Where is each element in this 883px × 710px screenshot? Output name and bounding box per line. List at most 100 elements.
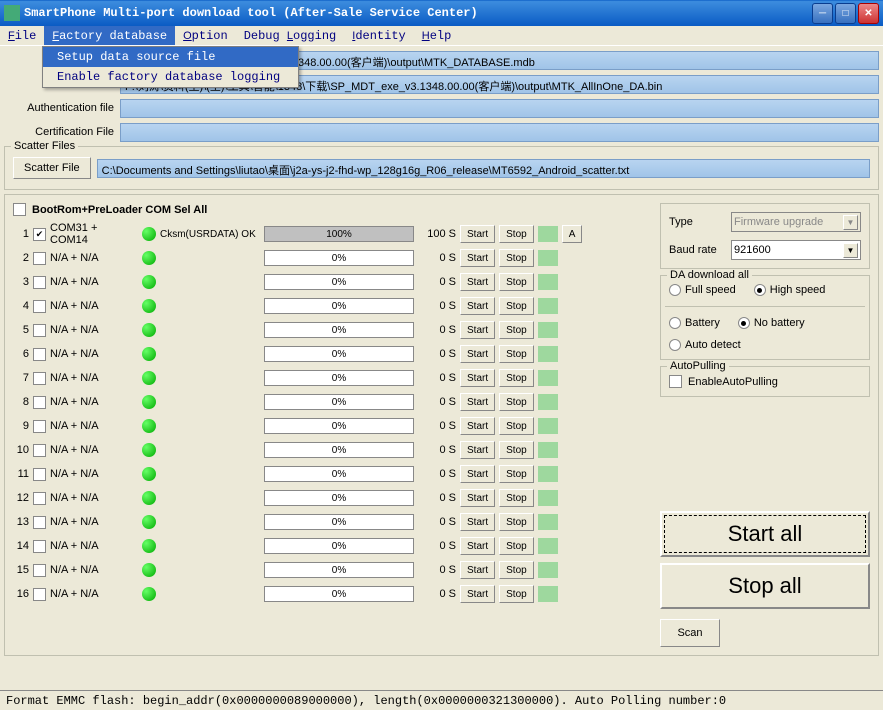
minimize-button[interactable]: ─ xyxy=(812,3,833,24)
stop-button-15[interactable]: Stop xyxy=(499,561,534,579)
start-button-11[interactable]: Start xyxy=(460,465,495,483)
stop-button-14[interactable]: Stop xyxy=(499,537,534,555)
dropdown-item-1[interactable]: Enable factory database logging xyxy=(43,67,298,87)
type-baud-group: Type Firmware upgrade ▼ Baud rate 921600… xyxy=(660,203,870,269)
stop-button-7[interactable]: Stop xyxy=(499,369,534,387)
port-checkbox-10[interactable] xyxy=(33,444,46,457)
menu-debug-logging[interactable]: Debug Logging xyxy=(236,26,345,45)
start-button-4[interactable]: Start xyxy=(460,297,495,315)
port-checkbox-6[interactable] xyxy=(33,348,46,361)
enable-autopulling-checkbox[interactable]: EnableAutoPulling xyxy=(669,375,861,388)
battery-radio-auto-detect[interactable]: Auto detect xyxy=(669,339,741,351)
scatter-file-field[interactable]: C:\Documents and Settings\liutao\桌面\j2a-… xyxy=(97,159,870,178)
port-checkbox-3[interactable] xyxy=(33,276,46,289)
stop-button-11[interactable]: Stop xyxy=(499,465,534,483)
stop-button-6[interactable]: Stop xyxy=(499,345,534,363)
progress-bar: 0% xyxy=(264,322,414,338)
menu-identity[interactable]: Identity xyxy=(344,26,413,45)
speed-radio-full-speed[interactable]: Full speed xyxy=(669,284,736,296)
scatter-files-group: Scatter Files Scatter File C:\Documents … xyxy=(4,146,879,190)
start-button-1[interactable]: Start xyxy=(460,225,495,243)
port-checkbox-7[interactable] xyxy=(33,372,46,385)
port-checkbox-9[interactable] xyxy=(33,420,46,433)
type-select[interactable]: Firmware upgrade ▼ xyxy=(731,212,861,232)
radio-icon[interactable] xyxy=(754,284,766,296)
stop-button-1[interactable]: Stop xyxy=(499,225,534,243)
progress-bar: 0% xyxy=(264,370,414,386)
port-index: 3 xyxy=(13,276,29,288)
speed-radio-high-speed[interactable]: High speed xyxy=(754,284,826,296)
stop-button-2[interactable]: Stop xyxy=(499,249,534,267)
start-button-14[interactable]: Start xyxy=(460,537,495,555)
start-button-2[interactable]: Start xyxy=(460,249,495,267)
port-time: 0 S xyxy=(418,300,456,312)
scatter-file-button[interactable]: Scatter File xyxy=(13,157,91,179)
file-field-3[interactable] xyxy=(120,123,879,142)
stop-all-button[interactable]: Stop all xyxy=(660,563,870,609)
autopull-chk[interactable] xyxy=(669,375,682,388)
stop-button-16[interactable]: Stop xyxy=(499,585,534,603)
stop-button-13[interactable]: Stop xyxy=(499,513,534,531)
stop-button-10[interactable]: Stop xyxy=(499,441,534,459)
port-checkbox-5[interactable] xyxy=(33,324,46,337)
port-checkbox-12[interactable] xyxy=(33,492,46,505)
a-button-1[interactable]: A xyxy=(562,225,582,243)
maximize-button[interactable]: □ xyxy=(835,3,856,24)
port-checkbox-2[interactable] xyxy=(33,252,46,265)
stop-button-9[interactable]: Stop xyxy=(499,417,534,435)
start-button-13[interactable]: Start xyxy=(460,513,495,531)
port-name: N/A + N/A xyxy=(50,468,138,480)
battery-radio-no-battery[interactable]: No battery xyxy=(738,317,805,329)
port-checkbox-15[interactable] xyxy=(33,564,46,577)
port-index: 1 xyxy=(13,228,29,240)
status-led-icon xyxy=(142,251,156,265)
port-checkbox-16[interactable] xyxy=(33,588,46,601)
port-checkbox-11[interactable] xyxy=(33,468,46,481)
start-button-15[interactable]: Start xyxy=(460,561,495,579)
start-button-6[interactable]: Start xyxy=(460,345,495,363)
stop-button-8[interactable]: Stop xyxy=(499,393,534,411)
start-all-button[interactable]: Start all xyxy=(660,511,870,557)
battery-radio-battery[interactable]: Battery xyxy=(669,317,720,329)
port-checkbox-1[interactable]: ✔ xyxy=(33,228,46,241)
menu-option[interactable]: Option xyxy=(175,26,236,45)
port-checkbox-4[interactable] xyxy=(33,300,46,313)
port-name: N/A + N/A xyxy=(50,540,138,552)
select-all-checkbox[interactable] xyxy=(13,203,26,216)
progress-bar: 0% xyxy=(264,274,414,290)
port-checkbox-14[interactable] xyxy=(33,540,46,553)
radio-icon[interactable] xyxy=(669,317,681,329)
start-button-16[interactable]: Start xyxy=(460,585,495,603)
close-button[interactable]: ✕ xyxy=(858,3,879,24)
stop-button-12[interactable]: Stop xyxy=(499,489,534,507)
chevron-down-icon[interactable]: ▼ xyxy=(843,243,858,258)
menu-factory-database[interactable]: Factory database xyxy=(44,26,175,45)
stop-button-4[interactable]: Stop xyxy=(499,297,534,315)
start-button-7[interactable]: Start xyxy=(460,369,495,387)
progress-bar: 0% xyxy=(264,250,414,266)
port-indicator xyxy=(538,538,558,554)
start-button-12[interactable]: Start xyxy=(460,489,495,507)
stop-button-5[interactable]: Stop xyxy=(499,321,534,339)
chevron-down-icon[interactable]: ▼ xyxy=(843,215,858,230)
port-name: N/A + N/A xyxy=(50,372,138,384)
start-button-10[interactable]: Start xyxy=(460,441,495,459)
start-button-8[interactable]: Start xyxy=(460,393,495,411)
start-button-5[interactable]: Start xyxy=(460,321,495,339)
baud-select[interactable]: 921600 ▼ xyxy=(731,240,861,260)
start-button-9[interactable]: Start xyxy=(460,417,495,435)
port-time: 0 S xyxy=(418,444,456,456)
progress-bar: 0% xyxy=(264,418,414,434)
scan-button[interactable]: Scan xyxy=(660,619,720,647)
stop-button-3[interactable]: Stop xyxy=(499,273,534,291)
file-field-2[interactable] xyxy=(120,99,879,118)
menu-help[interactable]: Help xyxy=(414,26,460,45)
port-checkbox-8[interactable] xyxy=(33,396,46,409)
dropdown-item-0[interactable]: Setup data source file xyxy=(43,47,298,67)
radio-icon[interactable] xyxy=(669,284,681,296)
radio-icon[interactable] xyxy=(669,339,681,351)
start-button-3[interactable]: Start xyxy=(460,273,495,291)
radio-icon[interactable] xyxy=(738,317,750,329)
port-checkbox-13[interactable] xyxy=(33,516,46,529)
menu-file[interactable]: File xyxy=(0,26,44,45)
